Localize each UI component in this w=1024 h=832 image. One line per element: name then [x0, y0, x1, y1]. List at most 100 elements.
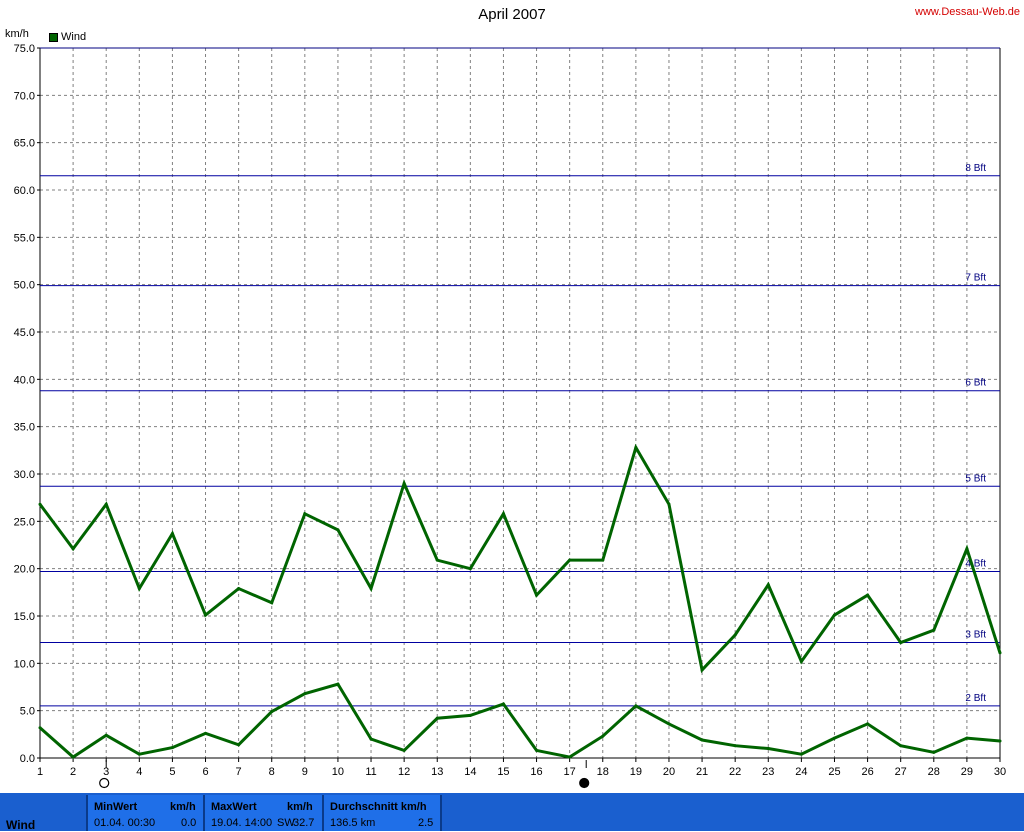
footer-row-label: Wind — [6, 818, 36, 832]
data-point-avg — [104, 733, 108, 737]
x-tick-label: 17 — [564, 766, 576, 778]
data-point-avg — [435, 716, 439, 720]
x-tick-label: 12 — [398, 766, 410, 778]
data-point-avg — [369, 737, 373, 741]
min-time: 01.04. 00:30 — [94, 817, 156, 829]
data-point-max — [270, 601, 274, 605]
x-tick-label: 11 — [365, 766, 376, 778]
beaufort-label: 3 Bft — [965, 630, 986, 641]
x-tick-label: 30 — [994, 766, 1006, 778]
data-point-avg — [38, 726, 42, 730]
data-point-avg — [832, 736, 836, 740]
data-point-max — [402, 481, 406, 485]
max-unit: km/h — [287, 801, 313, 813]
y-tick-label: 0.0 — [20, 753, 35, 765]
y-tick-label: 30.0 — [14, 469, 35, 481]
y-tick-label: 20.0 — [14, 564, 35, 576]
new-moon-icon — [579, 777, 590, 789]
data-point-avg — [866, 722, 870, 726]
beaufort-label: 4 Bft — [965, 559, 986, 570]
y-tick-label: 60.0 — [14, 185, 35, 197]
max-time: 19.04. 14:00 — [211, 817, 273, 829]
min-header: MinWert — [94, 801, 138, 813]
x-tick-label: 8 — [269, 766, 275, 778]
y-tick-label: 25.0 — [14, 516, 35, 528]
data-point-max — [71, 547, 75, 551]
data-point-max — [38, 502, 42, 506]
x-tick-label: 14 — [464, 766, 476, 778]
data-point-avg — [468, 713, 472, 717]
x-tick-label: 4 — [136, 766, 142, 778]
data-point-avg — [270, 710, 274, 714]
data-point-avg — [237, 743, 241, 747]
data-point-max — [932, 628, 936, 632]
data-point-max — [965, 547, 969, 551]
min-panel: MinWert km/h 01.04. 00:30 0.0 — [88, 795, 203, 831]
data-point-avg — [799, 752, 803, 756]
data-point-max — [733, 633, 737, 637]
data-point-max — [501, 512, 505, 516]
x-tick-label: 16 — [530, 766, 542, 778]
max-panel: MaxWert km/h 19.04. 14:00 SW 32.7 — [205, 795, 322, 831]
data-point-avg — [170, 746, 174, 750]
series-line-max — [38, 443, 1002, 674]
y-tick-label: 70.0 — [14, 90, 35, 102]
x-tick-label: 21 — [696, 766, 708, 778]
data-point-max — [866, 593, 870, 597]
avg-distance: 136.5 km — [330, 817, 376, 829]
x-tick-label: 26 — [861, 766, 873, 778]
avg-panel: Durchschnitt km/h 136.5 km 2.5 — [324, 795, 440, 831]
y-tick-label: 35.0 — [14, 422, 35, 434]
data-point-avg — [402, 748, 406, 752]
data-point-avg — [932, 750, 936, 754]
avg-header: Durchschnitt km/h — [330, 801, 427, 813]
x-tick-label: 18 — [597, 766, 609, 778]
max-value: 32.7 — [293, 817, 315, 829]
x-tick-label: 13 — [431, 766, 443, 778]
data-point-avg — [568, 755, 572, 759]
data-point-avg — [667, 722, 671, 726]
x-tick-label: 27 — [895, 766, 907, 778]
y-tick-label: 10.0 — [14, 658, 35, 670]
beaufort-label: 5 Bft — [965, 473, 986, 484]
x-tick-label: 19 — [630, 766, 642, 778]
x-tick-label: 5 — [169, 766, 175, 778]
data-point-max — [634, 445, 638, 449]
data-point-max — [104, 502, 108, 506]
data-point-avg — [700, 738, 704, 742]
y-tick-label: 55.0 — [14, 232, 35, 244]
y-tick-label: 50.0 — [14, 280, 35, 292]
x-tick-label: 29 — [961, 766, 973, 778]
beaufort-label: 2 Bft — [965, 693, 986, 704]
data-point-max — [568, 558, 572, 562]
data-point-avg — [899, 744, 903, 748]
data-point-avg — [501, 702, 505, 706]
data-point-max — [832, 613, 836, 617]
data-point-max — [204, 613, 208, 617]
series-line-avg — [39, 682, 1001, 759]
data-point-max — [170, 532, 174, 536]
data-point-avg — [204, 731, 208, 735]
data-point-max — [667, 502, 671, 506]
x-tick-label: 2 — [70, 766, 76, 778]
x-tick-label: 9 — [302, 766, 308, 778]
x-tick-label: 6 — [202, 766, 208, 778]
beaufort-label: 8 Bft — [965, 163, 986, 174]
data-point-avg — [336, 682, 340, 686]
max-header: MaxWert — [211, 801, 257, 813]
data-point-max — [468, 567, 472, 571]
beaufort-label: 6 Bft — [965, 378, 986, 389]
full-moon-icon — [99, 777, 110, 789]
data-point-max — [799, 659, 803, 663]
min-value: 0.0 — [181, 817, 197, 829]
data-point-max — [435, 558, 439, 562]
data-point-avg — [998, 739, 1002, 743]
x-tick-label: 10 — [332, 766, 344, 778]
data-point-avg — [634, 704, 638, 708]
data-point-max — [303, 512, 307, 516]
data-point-avg — [601, 734, 605, 738]
x-tick-label: 7 — [236, 766, 242, 778]
data-point-avg — [71, 755, 75, 759]
data-point-max — [766, 583, 770, 587]
min-unit: km/h — [170, 801, 196, 813]
